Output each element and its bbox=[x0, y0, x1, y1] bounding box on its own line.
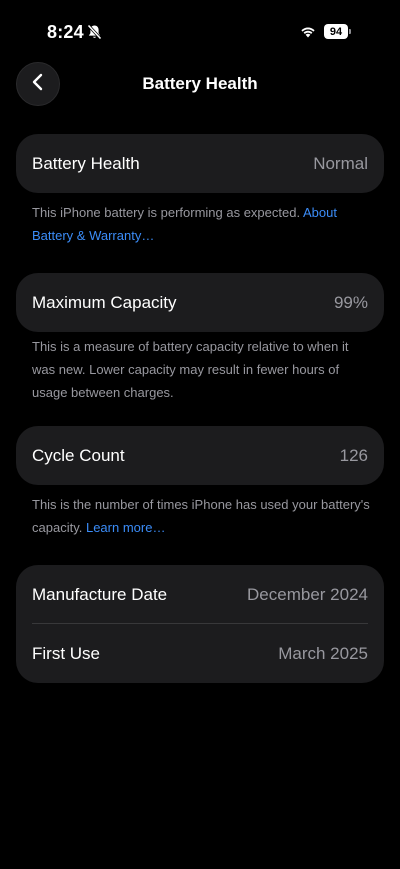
battery-health-row: Battery Health Normal bbox=[16, 134, 384, 193]
battery-health-note-text: This iPhone battery is performing as exp… bbox=[32, 205, 301, 220]
maximum-capacity-value: 99% bbox=[333, 292, 368, 312]
cycle-count-card: Cycle Count 126 bbox=[16, 426, 384, 485]
page-title: Battery Health bbox=[142, 74, 258, 93]
maximum-capacity-row: Maximum Capacity 99% bbox=[16, 273, 384, 332]
battery-tip bbox=[349, 29, 351, 34]
cycle-count-value: 126 bbox=[339, 445, 368, 465]
battery-health-label: Battery Health bbox=[32, 153, 140, 173]
battery-icon: 94 bbox=[324, 24, 351, 39]
learn-more-link[interactable]: Learn more… bbox=[86, 520, 165, 535]
cycle-count-note-text: This is the number of times iPhone has u… bbox=[32, 497, 370, 535]
status-time: 8:24 bbox=[47, 22, 84, 42]
bell-slash-icon bbox=[87, 24, 102, 40]
first-use-label: First Use bbox=[32, 643, 100, 663]
manufacture-date-row: Manufacture Date December 2024 bbox=[16, 565, 384, 624]
battery-health-card: Battery Health Normal bbox=[16, 134, 384, 193]
cycle-count-label: Cycle Count bbox=[32, 445, 125, 465]
first-use-value: March 2025 bbox=[278, 643, 368, 663]
battery-health-note: This iPhone battery is performing as exp… bbox=[32, 201, 372, 247]
maximum-capacity-note: This is a measure of battery capacity re… bbox=[32, 339, 349, 400]
manufacture-date-value: December 2024 bbox=[247, 584, 368, 604]
maximum-capacity-card: Maximum Capacity 99% bbox=[16, 273, 384, 332]
battery-level: 94 bbox=[324, 24, 348, 39]
status-bar: 8:24 94 bbox=[0, 0, 400, 62]
dates-card: Manufacture Date December 2024 First Use… bbox=[16, 565, 384, 683]
cycle-count-row: Cycle Count 126 bbox=[16, 426, 384, 485]
wifi-icon bbox=[300, 25, 316, 38]
cycle-count-note: This is the number of times iPhone has u… bbox=[32, 493, 372, 539]
first-use-row: First Use March 2025 bbox=[16, 624, 384, 683]
battery-health-value: Normal bbox=[313, 153, 368, 173]
manufacture-date-label: Manufacture Date bbox=[32, 584, 168, 604]
maximum-capacity-label: Maximum Capacity bbox=[32, 292, 177, 312]
